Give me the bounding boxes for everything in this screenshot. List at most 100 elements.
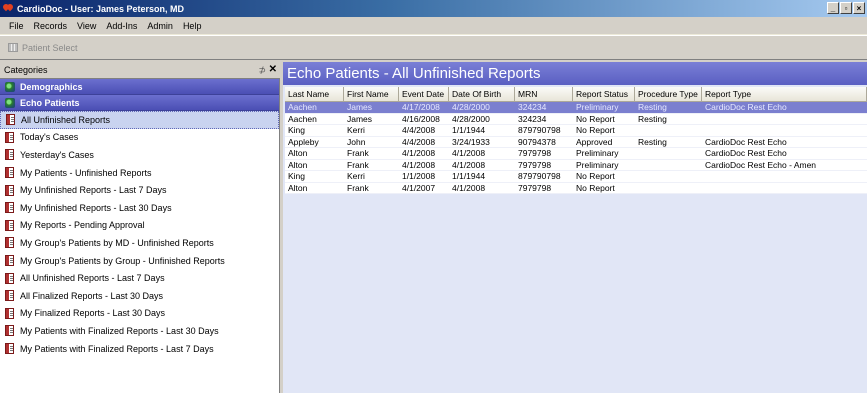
table-cell: Approved (576, 136, 613, 147)
menu-file[interactable]: File (4, 21, 29, 31)
table-cell: 4/28/2000 (452, 102, 490, 113)
category-label: My Reports - Pending Approval (20, 220, 145, 231)
category-item[interactable]: My Group's Patients by Group - Unfinishe… (0, 252, 279, 270)
category-label: Yesterday's Cases (20, 149, 94, 160)
table-cell: Kerri (347, 171, 365, 182)
table-cell: 4/1/2008 (452, 182, 486, 193)
report-icon (5, 307, 14, 319)
menu-bar: File Records View Add-Ins Admin Help (0, 17, 867, 35)
report-icon (5, 149, 14, 161)
column-header[interactable]: Procedure Type (635, 87, 702, 102)
table-cell: Frank (347, 159, 369, 170)
group-icon (5, 81, 15, 92)
menu-view[interactable]: View (72, 21, 101, 31)
table-cell: 4/17/2008 (402, 102, 440, 113)
category-item[interactable]: Yesterday's Cases (0, 146, 279, 164)
heart-icon (3, 3, 14, 14)
patient-select-button[interactable]: Patient Select (8, 43, 78, 53)
report-icon (5, 219, 14, 231)
table-cell: 4/28/2000 (452, 113, 490, 124)
table-cell: Aachen (288, 113, 317, 124)
column-header[interactable]: MRN (515, 87, 573, 102)
table-row[interactable]: Appleby John 4/4/2008 3/24/1933 90794378 Appr… (285, 136, 867, 148)
close-panel-icon[interactable]: ✕ (269, 64, 277, 75)
category-item[interactable]: My Patients - Unfinished Reports (0, 164, 279, 182)
category-item[interactable]: Today's Cases (0, 129, 279, 147)
table-cell: 4/1/2008 (452, 159, 486, 170)
table-row[interactable]: Alton Frank 4/1/2008 4/1/2008 7979798 Prelimi… (285, 159, 867, 171)
table-cell: King (288, 171, 306, 182)
table-cell: 1/1/1944 (452, 171, 486, 182)
category-item[interactable]: My Unfinished Reports - Last 30 Days (0, 199, 279, 217)
column-header[interactable]: Event Date (399, 87, 449, 102)
report-icon (5, 343, 14, 355)
patient-select-label: Patient Select (22, 42, 78, 53)
table-cell: John (347, 136, 366, 147)
table-cell: Resting (638, 113, 667, 124)
table-cell: 7979798 (518, 148, 552, 159)
table-cell: 90794378 (518, 136, 556, 147)
main-pane: Echo Patients - All Unfinished Reports L… (283, 62, 867, 393)
menu-add-ins[interactable]: Add-Ins (101, 21, 142, 31)
group-label: Echo Patients (20, 97, 80, 108)
group-echo-patients[interactable]: Echo Patients (0, 95, 279, 111)
category-item[interactable]: All Unfinished Reports - Last 7 Days (0, 269, 279, 287)
title-bar: CardioDoc - User: James Peterson, MD _ ▫… (0, 0, 867, 17)
table-cell: Kerri (347, 125, 365, 136)
pin-icon[interactable]: ⊅ (258, 65, 266, 76)
table-cell: James (347, 102, 373, 113)
report-icon (5, 325, 14, 337)
table-cell: CardioDoc Rest Echo (705, 148, 787, 159)
group-demographics[interactable]: Demographics (0, 79, 279, 95)
column-header[interactable]: Last Name (285, 87, 344, 102)
minimize-button[interactable]: _ (827, 2, 839, 14)
category-item[interactable]: My Finalized Reports - Last 30 Days (0, 305, 279, 323)
close-button[interactable]: × (853, 2, 865, 14)
report-icon (5, 131, 14, 143)
table-cell: 324234 (518, 102, 547, 113)
category-item[interactable]: My Unfinished Reports - Last 7 Days (0, 181, 279, 199)
category-label: My Patients with Finalized Reports - Las… (20, 343, 214, 354)
menu-records[interactable]: Records (29, 21, 73, 31)
table-cell: 4/1/2008 (402, 159, 436, 170)
table-cell: James (347, 113, 373, 124)
maximize-button[interactable]: ▫ (840, 2, 852, 14)
categories-panel: Demographics Echo Patients All Unfinishe… (0, 79, 280, 393)
table-cell: 879790798 (518, 125, 561, 136)
table-cell: 7979798 (518, 182, 552, 193)
table-cell: Alton (288, 148, 308, 159)
category-item[interactable]: My Patients with Finalized Reports - Las… (0, 340, 279, 358)
menu-help[interactable]: Help (178, 21, 207, 31)
table-cell: No Report (576, 182, 615, 193)
group-icon (5, 97, 15, 108)
table-cell: 4/4/2008 (402, 136, 436, 147)
column-header[interactable]: First Name (344, 87, 399, 102)
categories-title: Categories (4, 65, 48, 75)
category-label: My Patients - Unfinished Reports (20, 167, 152, 178)
column-header[interactable]: Report Type (702, 87, 867, 102)
table-row[interactable]: King Kerri 1/1/2008 1/1/1944 879790798 No Rep… (285, 171, 867, 183)
category-item[interactable]: My Group's Patients by MD - Unfinished R… (0, 234, 279, 252)
table-row[interactable]: Alton Frank 4/1/2007 4/1/2008 7979798 No Repo… (285, 182, 867, 194)
column-header[interactable]: Report Status (573, 87, 635, 102)
table-cell: No Report (576, 171, 615, 182)
table-row[interactable]: Aachen James 4/17/2008 4/28/2000 324234 Preli… (285, 102, 867, 114)
category-item[interactable]: My Reports - Pending Approval (0, 217, 279, 235)
table-row[interactable]: Aachen James 4/16/2008 4/28/2000 324234 No Re… (285, 113, 867, 125)
category-item[interactable]: All Unfinished Reports (0, 111, 279, 129)
table-cell: Preliminary (576, 159, 619, 170)
table-cell: King (288, 125, 306, 136)
grid-header: Last Name First Name Event Date Date Of Bir… (285, 87, 867, 102)
table-row[interactable]: Alton Frank 4/1/2008 4/1/2008 7979798 Prelimi… (285, 148, 867, 160)
report-icon (5, 237, 14, 249)
menu-admin[interactable]: Admin (142, 21, 178, 31)
window-controls: _ ▫ × (827, 2, 865, 14)
column-header[interactable]: Date Of Birth (449, 87, 515, 102)
category-label: All Finalized Reports - Last 30 Days (20, 290, 164, 301)
category-item[interactable]: All Finalized Reports - Last 30 Days (0, 287, 279, 305)
category-item[interactable]: My Patients with Finalized Reports - Las… (0, 322, 279, 340)
table-row[interactable]: King Kerri 4/4/2008 1/1/1944 879790798 No Rep… (285, 125, 867, 137)
category-label: All Unfinished Reports (21, 114, 111, 125)
category-label: My Group's Patients by Group - Unfinishe… (20, 255, 225, 266)
report-icon (5, 202, 14, 214)
